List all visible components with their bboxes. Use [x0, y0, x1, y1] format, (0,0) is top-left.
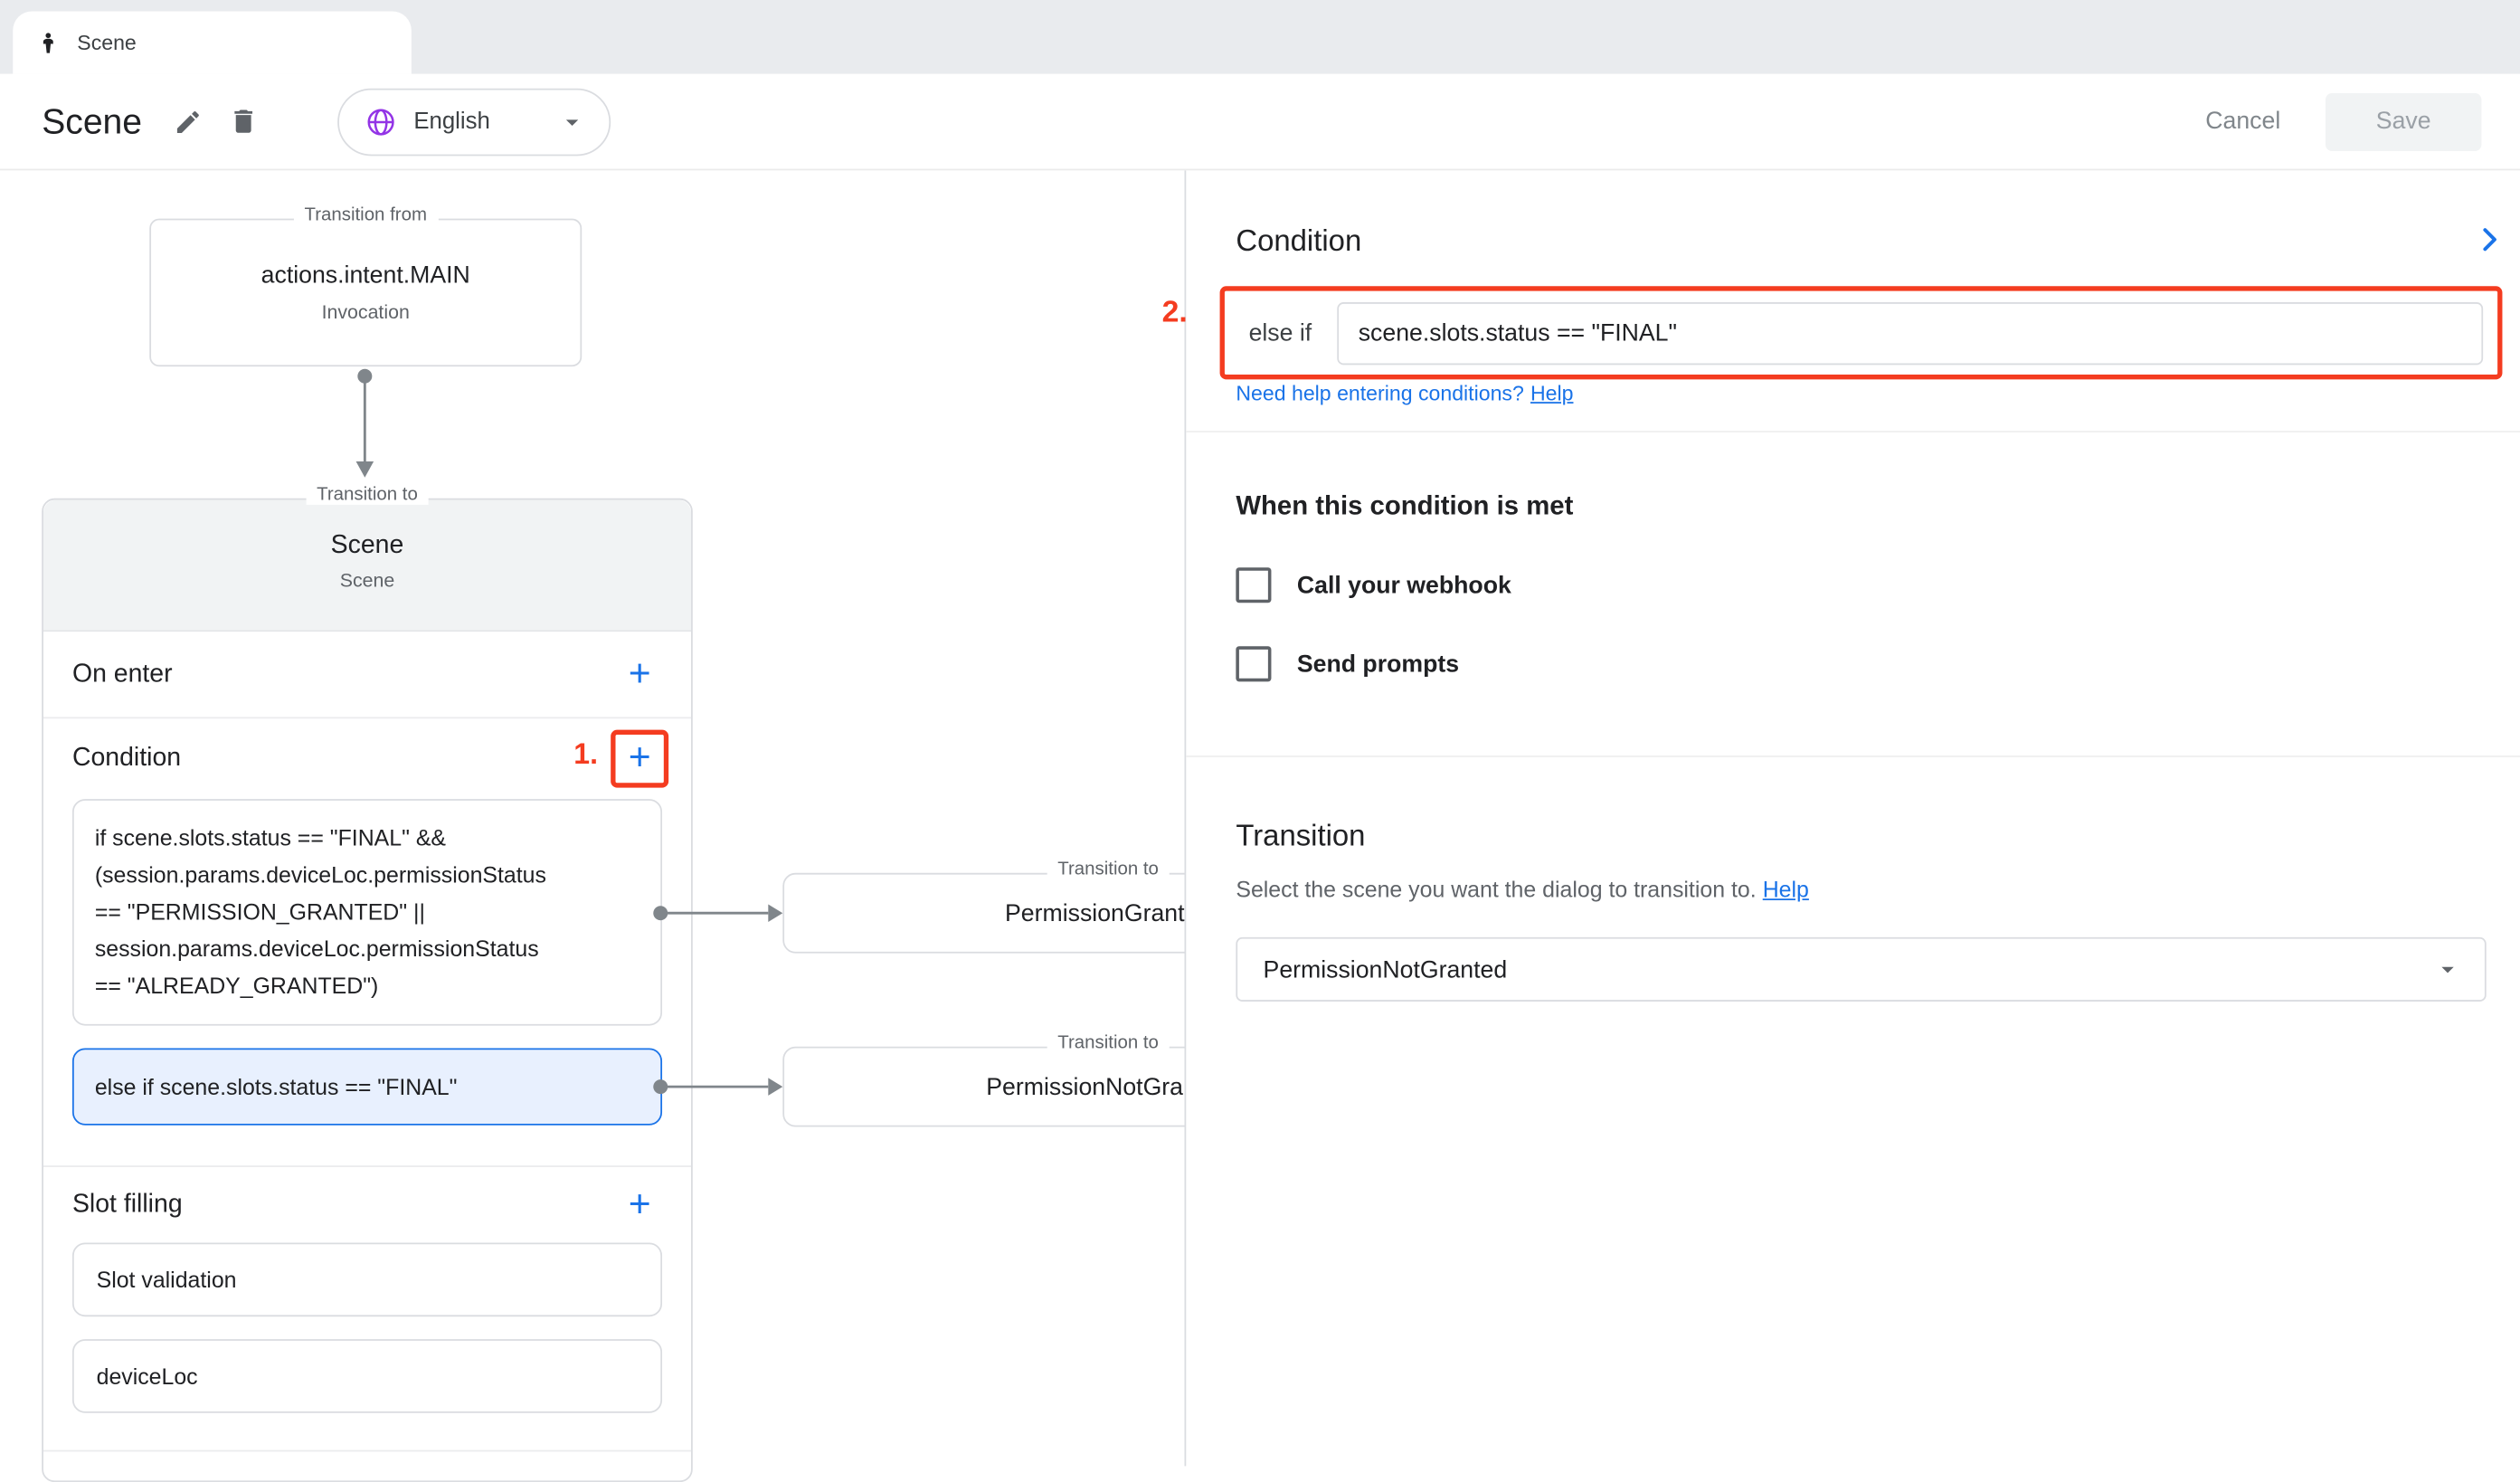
condition-editor-panel: Condition 2. else if scene.slots.status … [1184, 170, 2520, 1466]
webhook-checkbox-label: Call your webhook [1297, 572, 1511, 599]
webhook-checkbox-row: Call your webhook [1236, 567, 1511, 603]
slot-item[interactable]: Slot validation [72, 1242, 662, 1316]
language-selector[interactable]: English [338, 88, 611, 156]
prompts-checkbox[interactable] [1236, 646, 1271, 681]
panel-divider [1186, 755, 2520, 757]
add-condition-button[interactable]: + [611, 730, 668, 788]
transition-scene-select[interactable]: PermissionNotGranted [1236, 937, 2486, 1002]
chevron-down-icon [558, 107, 587, 136]
condition-operator-label: else if [1249, 319, 1312, 347]
add-slot-button[interactable]: + [611, 1176, 668, 1234]
trash-icon [228, 106, 259, 137]
collapse-panel-button[interactable] [2464, 214, 2515, 265]
header-actions: Cancel Save [2205, 92, 2481, 150]
scene-node-header[interactable]: Scene Scene [43, 500, 691, 632]
tab-strip: Scene [0, 0, 2520, 74]
edit-scene-button[interactable] [161, 94, 215, 148]
globe-icon [365, 105, 398, 138]
condition-item-selected[interactable]: else if scene.slots.status == "FINAL" [72, 1048, 662, 1125]
cancel-button[interactable]: Cancel [2205, 108, 2280, 135]
condition-section-label: Condition [72, 745, 611, 774]
condition-item[interactable]: if scene.slots.status == "FINAL" && (ses… [72, 799, 662, 1026]
prompts-checkbox-row: Send prompts [1236, 646, 1459, 681]
prompts-checkbox-label: Send prompts [1297, 651, 1459, 678]
node-badge: Transition to [1047, 1033, 1170, 1052]
caret-down-icon [2433, 955, 2462, 983]
transition-node-title: PermissionGranted [1005, 899, 1211, 926]
transition-description-text: Select the scene you want the dialog to … [1236, 876, 1756, 901]
invocation-node[interactable]: Transition from actions.intent.MAIN Invo… [149, 219, 582, 366]
invocation-subtitle: Invocation [151, 300, 580, 323]
node-badge: Transition from [293, 205, 438, 224]
condition-section: Condition 1. + [43, 718, 691, 799]
scene-node-title: Scene [43, 532, 691, 561]
annotation-step-2: 2. [1162, 296, 1188, 331]
node-badge: Transition to [306, 486, 430, 505]
on-enter-label: On enter [72, 660, 611, 689]
actions-person-icon [35, 30, 61, 55]
card-section-divider [43, 1450, 691, 1452]
scene-node-card: Transition to Scene Scene On enter + Con… [42, 499, 693, 1482]
app-root: Transition from actions.intent.MAIN Invo… [0, 0, 2520, 1466]
scene-node-subtitle: Scene [43, 569, 691, 592]
condition-input[interactable]: scene.slots.status == "FINAL" [1338, 301, 2484, 364]
transition-heading: Transition [1236, 818, 1365, 853]
panel-heading: Condition [1236, 223, 1361, 259]
invocation-title: actions.intent.MAIN [151, 262, 580, 290]
condition-help-line: Need help entering conditions? Help [1236, 381, 1573, 405]
node-badge: Transition to [1047, 860, 1170, 879]
condition-help-link[interactable]: Help [1530, 381, 1574, 405]
pencil-icon [175, 107, 204, 136]
save-button[interactable]: Save [2326, 92, 2481, 150]
transition-description: Select the scene you want the dialog to … [1236, 876, 1809, 901]
on-enter-section: On enter + [43, 632, 691, 718]
when-condition-met-heading: When this condition is met [1236, 492, 1573, 523]
transition-scene-value: PermissionNotGranted [1264, 955, 1508, 983]
annotation-step-1: 1. [573, 738, 598, 772]
app-header: Scene English Cancel Save [0, 74, 2520, 171]
tab-title: Scene [77, 31, 137, 55]
language-label: English [413, 109, 542, 134]
slot-item[interactable]: deviceLoc [72, 1339, 662, 1413]
webhook-checkbox[interactable] [1236, 567, 1271, 603]
condition-help-text: Need help entering conditions? [1236, 381, 1523, 405]
transition-help-link[interactable]: Help [1763, 876, 1809, 901]
add-on-enter-button[interactable]: + [611, 645, 668, 703]
page-title: Scene [42, 100, 142, 142]
browser-tab-scene[interactable]: Scene [13, 11, 412, 73]
delete-scene-button[interactable] [216, 94, 270, 148]
panel-divider [1186, 431, 2520, 432]
annotation-highlight-box: else if scene.slots.status == "FINAL" [1220, 286, 2503, 379]
chevron-right-icon [2472, 222, 2507, 257]
slot-filling-label: Slot filling [72, 1191, 611, 1220]
slot-filling-section: Slot filling + [43, 1165, 691, 1242]
